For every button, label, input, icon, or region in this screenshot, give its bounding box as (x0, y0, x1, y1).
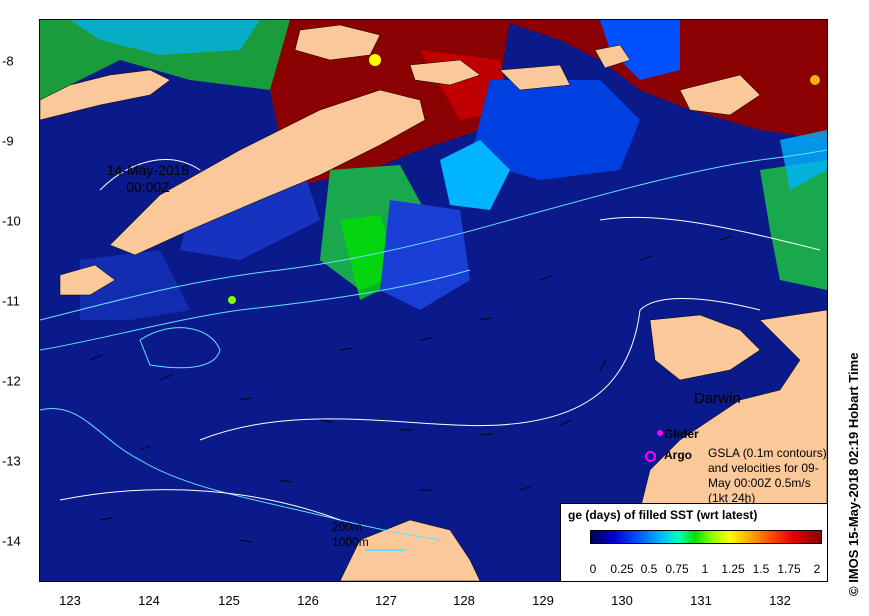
x-tick: 128 (453, 593, 475, 608)
x-tick: 123 (59, 593, 81, 608)
x-tick: 131 (690, 593, 712, 608)
timestamp-time: 00:00Z (126, 179, 170, 195)
argo-legend-label: Argo (664, 448, 692, 462)
x-tick: 130 (611, 593, 633, 608)
y-tick: -12 (2, 373, 21, 389)
glider-legend-label: Glider (664, 427, 699, 441)
x-tick: 129 (532, 593, 554, 608)
glider-marker-icon (657, 430, 663, 436)
colorbar-tick: 0.75 (665, 562, 689, 576)
map-timestamp: 14-May-2018 00:00Z (88, 162, 208, 196)
y-tick: -9 (2, 133, 14, 149)
depth-200-label: 200m (332, 520, 363, 534)
depth-1000-line-icon (365, 549, 405, 551)
colorbar-tick: 1.5 (752, 562, 770, 576)
x-tick: 124 (138, 593, 160, 608)
timestamp-date: 14-May-2018 (106, 162, 190, 178)
credit-text: © IMOS 15-May-2018 02:19 Hobart Time (846, 352, 861, 596)
y-tick: -10 (2, 213, 21, 229)
depth-1000-label: 1000m (332, 535, 369, 549)
x-tick: 132 (769, 593, 791, 608)
colorbar-tick: 1.25 (721, 562, 745, 576)
city-label: Darwin (694, 390, 741, 407)
colorbar-tick: 2 (813, 562, 821, 576)
y-tick: -14 (2, 533, 21, 549)
colorbar-tick: 1.75 (777, 562, 801, 576)
y-tick: -8 (2, 53, 14, 69)
colorbar-tick: 0 (589, 562, 597, 576)
colorbar-tick: 0.25 (610, 562, 634, 576)
x-tick: 127 (375, 593, 397, 608)
y-tick: -11 (2, 293, 20, 309)
gsla-legend-note: GSLA (0.1m contours) and velocities for … (708, 446, 827, 505)
y-tick: -13 (2, 453, 21, 469)
colorbar-tick: 1 (701, 562, 709, 576)
x-tick: 126 (297, 593, 319, 608)
colorbar-title: ge (days) of filled SST (wrt latest) (568, 508, 758, 522)
x-tick: 125 (218, 593, 240, 608)
colorbar (590, 530, 822, 544)
colorbar-tick: 0.5 (640, 562, 658, 576)
argo-marker-icon (645, 451, 656, 462)
